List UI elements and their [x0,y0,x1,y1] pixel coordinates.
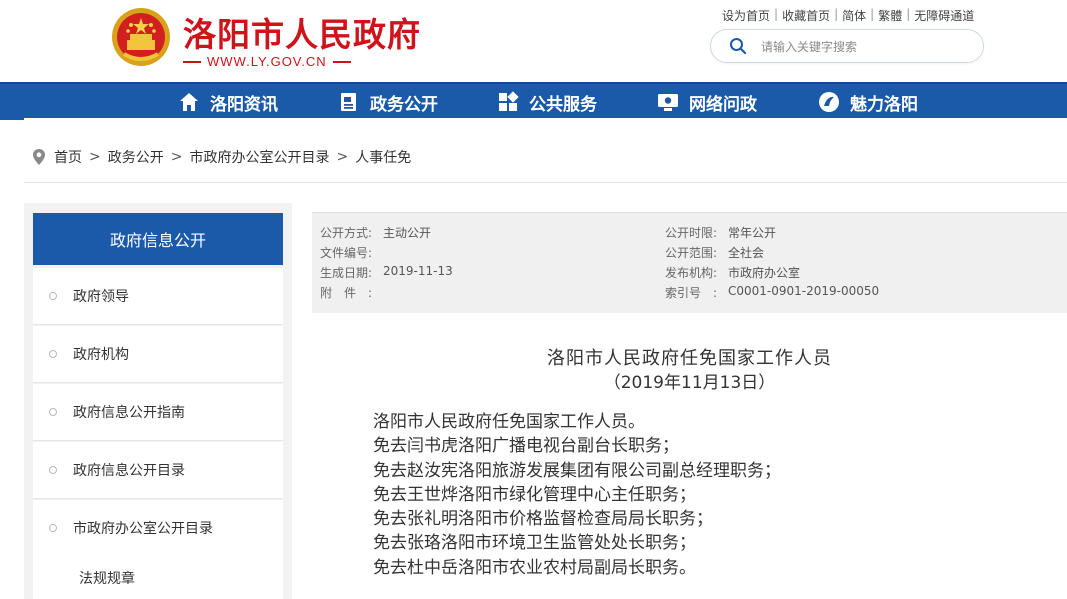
meta-attachment: 附 件 : [320,284,383,301]
nav-item-public-service[interactable]: 公共服务 [497,84,597,120]
accessibility-link[interactable]: 无障碍通道 [914,7,974,24]
site-header: 洛阳市人民政府 WWW.LY.GOV.CN 设为首页 | 收藏首页 | 简体 |… [0,0,1067,82]
breadcrumb-gov-affairs[interactable]: 政务公开 [108,147,164,167]
meta-key: 附 件 : [320,286,373,300]
sidebar-item-label: 政府信息公开目录 [73,463,185,479]
nav-label: 洛阳资讯 [210,94,278,115]
meta-disclosure-scope: 公开范围: 全社会 [665,244,764,261]
article-line: 洛阳市人民政府任免国家工作人员。 [373,412,645,432]
meta-value: 2019-11-13 [383,264,453,278]
meta-key: 公开范围: [665,246,718,260]
top-links: 设为首页 | 收藏首页 | 简体 | 繁體 | 无障碍通道 [722,7,974,24]
separator: | [774,7,779,21]
bullet-icon [49,292,57,300]
meta-key: 公开方式: [320,226,373,240]
meta-disclosure-period: 公开时限: 常年公开 [665,224,776,241]
article-line: 免去杜中岳洛阳市农业农村局副局长职务。 [373,557,696,578]
search-box [710,29,984,63]
article-line: 免去张礼明洛阳市价格监督检查局局长职务； [373,509,713,530]
sidebar-item-office-catalog[interactable]: 市政府办公室公开目录 [33,500,283,557]
nav-item-luoyang-news[interactable]: 洛阳资讯 [178,84,278,120]
meta-key: 发布机构: [665,266,718,280]
sidebar-item-label: 市政府办公室公开目录 [73,521,213,537]
sidebar-item-disclosure-guide[interactable]: 政府信息公开指南 [33,384,283,441]
set-homepage-link[interactable]: 设为首页 [722,7,770,24]
meta-key: 索引号 : [665,286,718,300]
meta-value: 常年公开 [728,226,777,240]
sidebar-subitem-label: 法规规章 [79,570,135,587]
separator: | [834,7,839,21]
meta-key: 生成日期: [320,266,373,280]
breadcrumb-separator: > [336,149,349,165]
main-nav: 洛阳资讯 政务公开 公共服务 网络问政 魅力洛阳 [0,82,1067,120]
article-line: 免去闫书虎洛阳广播电视台副台长职务； [373,436,679,457]
article-line: 免去张珞洛阳市环境卫生监管处处长职务； [373,533,696,554]
national-emblem-icon[interactable] [110,6,172,68]
breadcrumb-current[interactable]: 人事任免 [355,147,411,167]
search-icon[interactable] [729,37,747,55]
bullet-icon [49,350,57,358]
url-dash-right [332,60,351,63]
meta-publisher: 发布机构: 市政府办公室 [665,264,800,281]
article-line: 免去赵汝宪洛阳旅游发展集团有限公司副总经理职务； [373,460,781,481]
breadcrumb-office-catalog[interactable]: 市政府办公室公开目录 [189,147,329,167]
nav-label: 魅力洛阳 [850,94,918,115]
simplified-link[interactable]: 简体 [842,7,866,24]
meta-key: 文件编号: [320,246,373,260]
sidebar-heading: 政府信息公开 [33,213,283,265]
article-line: 免去王世烨洛阳市绿化管理中心主任职务； [373,484,696,505]
circle-brand-icon [819,92,839,112]
bullet-icon [49,408,57,416]
meta-created-date: 生成日期: 2019-11-13 [320,264,453,281]
bullet-icon [49,466,57,474]
meta-value: C0001-0901-2019-00050 [728,284,880,298]
sidebar-item-label: 政府领导 [73,289,129,305]
document-icon [341,93,356,111]
breadcrumb-separator: > [89,149,101,165]
meta-doc-number: 文件编号: [320,244,383,261]
location-pin-icon [33,149,45,165]
meta-value: 市政府办公室 [728,266,801,280]
breadcrumb-home[interactable]: 首页 [54,147,82,167]
traditional-link[interactable]: 繁體 [878,7,902,24]
separator: | [870,7,875,21]
meta-value: 全社会 [728,246,765,260]
nav-item-gov-affairs[interactable]: 政务公开 [338,84,438,120]
separator: | [906,7,911,21]
site-title[interactable]: 洛阳市人民政府 [183,8,421,56]
monitor-icon [658,94,678,111]
document-meta: 公开方式: 主动公开 文件编号: 生成日期: 2019-11-13 附 件 : … [312,212,1067,313]
search-input[interactable] [759,36,973,58]
nav-item-charm-luoyang[interactable]: 魅力洛阳 [818,84,918,120]
sidebar-item-agencies[interactable]: 政府机构 [33,326,283,383]
sidebar-item-disclosure-catalog[interactable]: 政府信息公开目录 [33,442,283,499]
article-title: 洛阳市人民政府任免国家工作人员 [547,348,832,369]
article-date: （2019年11月13日） [603,373,776,393]
nav-item-online-inquiry[interactable]: 网络问政 [657,84,757,120]
article-body: 洛阳市人民政府任免国家工作人员。 免去闫书虎洛阳广播电视台副台长职务； 免去赵汝… [373,410,781,580]
meta-key: 公开时限: [665,226,718,240]
nav-label: 网络问政 [689,94,757,115]
breadcrumb: 首页 > 政务公开 > 市政府办公室公开目录 > 人事任免 [32,147,411,167]
meta-value: 主动公开 [383,226,432,240]
sidebar-item-leaders[interactable]: 政府领导 [33,268,283,325]
site-url-text: WWW.LY.GOV.CN [207,54,327,69]
sidebar-subitem-regulations[interactable]: 法规规章 [33,556,283,599]
home-icon [180,93,198,111]
meta-disclosure-method: 公开方式: 主动公开 [320,224,431,241]
nav-label: 政务公开 [370,94,438,115]
bookmark-link[interactable]: 收藏首页 [782,7,830,24]
grid-icon [499,91,519,111]
nav-label: 公共服务 [529,94,597,115]
site-url: WWW.LY.GOV.CN [183,54,373,69]
breadcrumb-separator: > [170,149,183,165]
meta-index-number: 索引号 : C0001-0901-2019-00050 [665,284,879,301]
sidebar-item-label: 政府信息公开指南 [73,405,185,421]
breadcrumb-divider [24,182,1067,183]
bullet-icon [49,524,57,532]
sidebar-item-label: 政府机构 [73,347,129,363]
url-dash-left [183,60,201,63]
